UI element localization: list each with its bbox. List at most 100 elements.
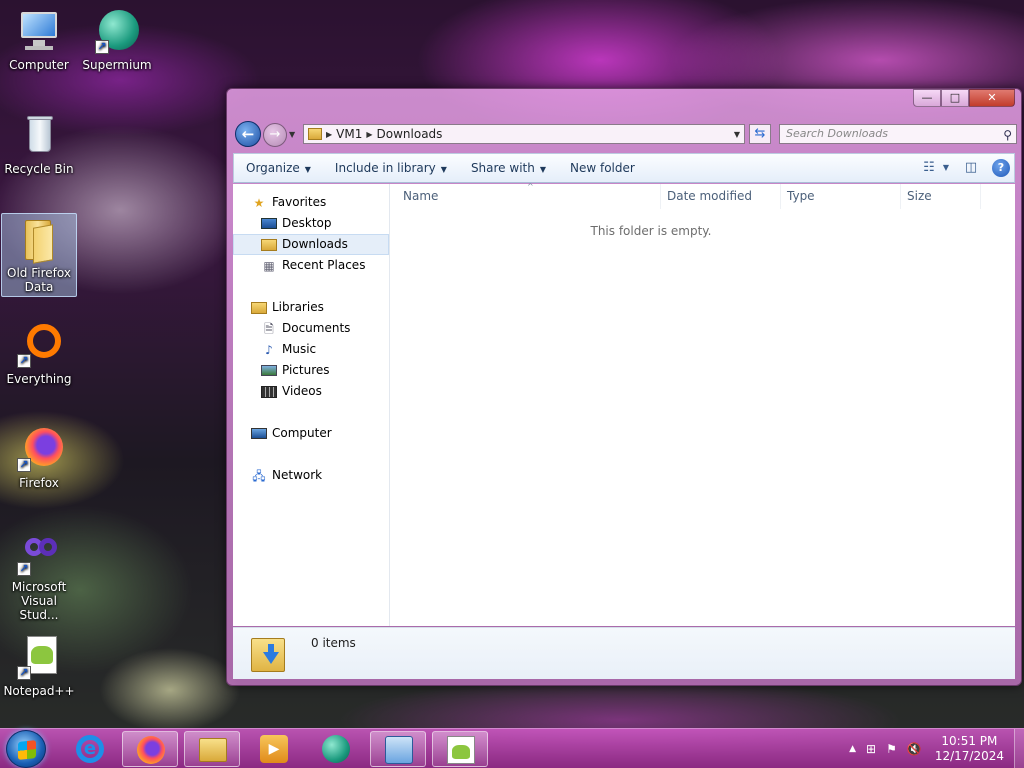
search-input[interactable]: Search Downloads ⚲ [779, 124, 1017, 144]
desktop-icon-computer[interactable]: Computer [2, 6, 76, 72]
desktop-icon-label: Supermium [82, 58, 152, 72]
nav-music[interactable]: ♪ Music [261, 339, 316, 360]
taskbar-internet-explorer[interactable]: e [62, 731, 118, 767]
network-tray-icon[interactable]: ⊞ [866, 742, 876, 756]
chevron-down-icon: ▼ [440, 165, 447, 174]
explorer-window[interactable]: — □ ✕ ← → ▼ ▶ VM1 ▶ Downloads ▼ ⇆ Search… [226, 88, 1022, 686]
desktop-icon-supermium[interactable]: ↗ Supermium [80, 6, 154, 72]
nav-label: Videos [282, 384, 322, 398]
nav-libraries[interactable]: Libraries [251, 297, 324, 318]
nav-downloads[interactable]: Downloads [233, 234, 389, 255]
desktop-icon-label: Old Firefox Data [7, 266, 71, 294]
include-in-library-label: Include in library [334, 161, 436, 175]
nav-desktop[interactable]: Desktop [261, 213, 332, 234]
music-icon: ♪ [265, 342, 273, 357]
shortcut-arrow-icon: ↗ [17, 458, 31, 472]
column-header-name[interactable]: Name [391, 184, 661, 209]
new-folder-button[interactable]: New folder [558, 155, 647, 181]
nav-videos[interactable]: Videos [261, 381, 322, 402]
breadcrumb-vm1[interactable]: VM1 [336, 127, 362, 141]
desktop-icon-old-firefox-data[interactable]: Old Firefox Data [1, 213, 77, 297]
maximize-button[interactable]: □ [941, 89, 969, 107]
supermium-icon: ↗ [93, 8, 141, 56]
refresh-icon: ⇆ [754, 126, 766, 141]
show-hidden-icons-button[interactable]: ▲ [849, 744, 856, 754]
nav-recent-places[interactable]: ▦ Recent Places [261, 255, 365, 276]
internet-explorer-icon: e [76, 735, 104, 763]
shortcut-arrow-icon: ↗ [17, 354, 31, 368]
desktop-icon-label: Microsoft Visual Stud... [11, 580, 67, 622]
chevron-down-icon[interactable]: ▼ [734, 130, 740, 139]
shortcut-arrow-icon: ↗ [95, 40, 109, 54]
recent-pages-dropdown[interactable]: ▼ [289, 130, 295, 139]
nav-computer[interactable]: Computer [251, 423, 332, 444]
desktop-icon-label: Recycle Bin [4, 162, 74, 176]
recycle-bin-icon [15, 112, 63, 160]
desktop-icon-label: Computer [9, 58, 69, 72]
help-button[interactable]: ? [992, 159, 1010, 177]
firefox-icon [137, 736, 165, 764]
file-list[interactable]: Name ^ Date modified Type Size This fold… [391, 182, 1015, 626]
desktop-icon-firefox[interactable]: ↗ Firefox [2, 424, 76, 490]
close-button[interactable]: ✕ [969, 89, 1015, 107]
taskbar-supermium[interactable] [308, 731, 364, 767]
address-row: ← → ▼ ▶ VM1 ▶ Downloads ▼ ⇆ Search Downl… [233, 121, 1017, 147]
desktop-icon [261, 218, 277, 229]
clock[interactable]: 10:51 PM 12/17/2024 [935, 734, 1004, 764]
include-in-library-button[interactable]: Include in library ▼ [323, 155, 459, 181]
taskbar-file-explorer[interactable] [184, 731, 240, 767]
chevron-right-icon[interactable]: ▶ [366, 130, 372, 139]
column-header-size[interactable]: Size [901, 184, 981, 209]
share-with-button[interactable]: Share with ▼ [459, 155, 558, 181]
start-button[interactable] [6, 730, 46, 768]
item-count: 0 items [311, 636, 356, 650]
column-header-type[interactable]: Type [781, 184, 901, 209]
nav-label: Computer [272, 426, 332, 440]
preview-pane-button[interactable]: ◫ [960, 158, 982, 178]
arrow-left-icon: ← [241, 125, 255, 143]
folder-icon [15, 216, 63, 264]
nav-pictures[interactable]: Pictures [261, 360, 330, 381]
taskbar-firefox[interactable] [122, 731, 178, 767]
help-icon: ? [997, 161, 1005, 174]
address-bar[interactable]: ▶ VM1 ▶ Downloads ▼ [303, 124, 745, 144]
desktop-icon-recycle-bin[interactable]: Recycle Bin [2, 110, 76, 176]
desktop-icon-notepad-plus-plus[interactable]: ↗ Notepad++ [2, 632, 76, 698]
nav-favorites[interactable]: ★ Favorites [251, 192, 327, 213]
star-icon: ★ [253, 195, 265, 210]
volume-muted-icon[interactable]: 🔇 [907, 742, 922, 756]
action-center-flag-icon[interactable]: ⚑ [886, 742, 897, 756]
taskbar: e ▶ ▲ ⊞ ⚑ 🔇 10:51 PM 12/17/2024 [0, 728, 1024, 768]
taskbar-control-panel[interactable] [370, 731, 426, 767]
view-options-dropdown[interactable]: ▼ [940, 158, 952, 178]
minimize-button[interactable]: — [913, 89, 941, 107]
desktop-icon-label: Notepad++ [3, 684, 75, 698]
clock-date: 12/17/2024 [934, 749, 1004, 763]
show-desktop-button[interactable] [1014, 729, 1024, 768]
organize-label: Organize [246, 161, 300, 175]
supermium-icon [322, 735, 350, 763]
taskbar-notepad-plus-plus[interactable] [432, 731, 488, 767]
libraries-icon [251, 301, 267, 314]
organize-button[interactable]: Organize ▼ [234, 155, 323, 181]
notepad-plus-plus-icon: ↗ [15, 634, 63, 682]
back-button[interactable]: ← [235, 121, 261, 147]
chevron-right-icon[interactable]: ▶ [326, 130, 332, 139]
desktop-icon-visual-studio[interactable]: ↗ Microsoft Visual Stud... [2, 528, 76, 622]
column-header-date-modified[interactable]: Date modified [661, 184, 781, 209]
nav-network[interactable]: 🖧 Network [251, 465, 322, 486]
sort-indicator-icon: ^ [527, 182, 534, 191]
navigation-pane[interactable]: ★ Favorites Desktop Downloads ▦ Recent P… [233, 184, 390, 626]
command-bar: Organize ▼ Include in library ▼ Share with… [233, 153, 1015, 183]
desktop-icon-everything[interactable]: ↗ Everything [2, 320, 76, 386]
taskbar-media-player[interactable]: ▶ [246, 731, 302, 767]
nav-documents[interactable]: 🗎 Documents [261, 318, 350, 339]
desktop-icon-label: Everything [6, 372, 72, 386]
refresh-button[interactable]: ⇆ [749, 124, 771, 144]
change-view-button[interactable]: ☷ [918, 158, 940, 178]
empty-folder-message: This folder is empty. [590, 224, 712, 238]
search-placeholder: Search Downloads [786, 127, 888, 140]
chevron-down-icon: ▼ [304, 165, 311, 174]
breadcrumb-downloads[interactable]: Downloads [377, 127, 443, 141]
forward-button[interactable]: → [263, 123, 287, 147]
